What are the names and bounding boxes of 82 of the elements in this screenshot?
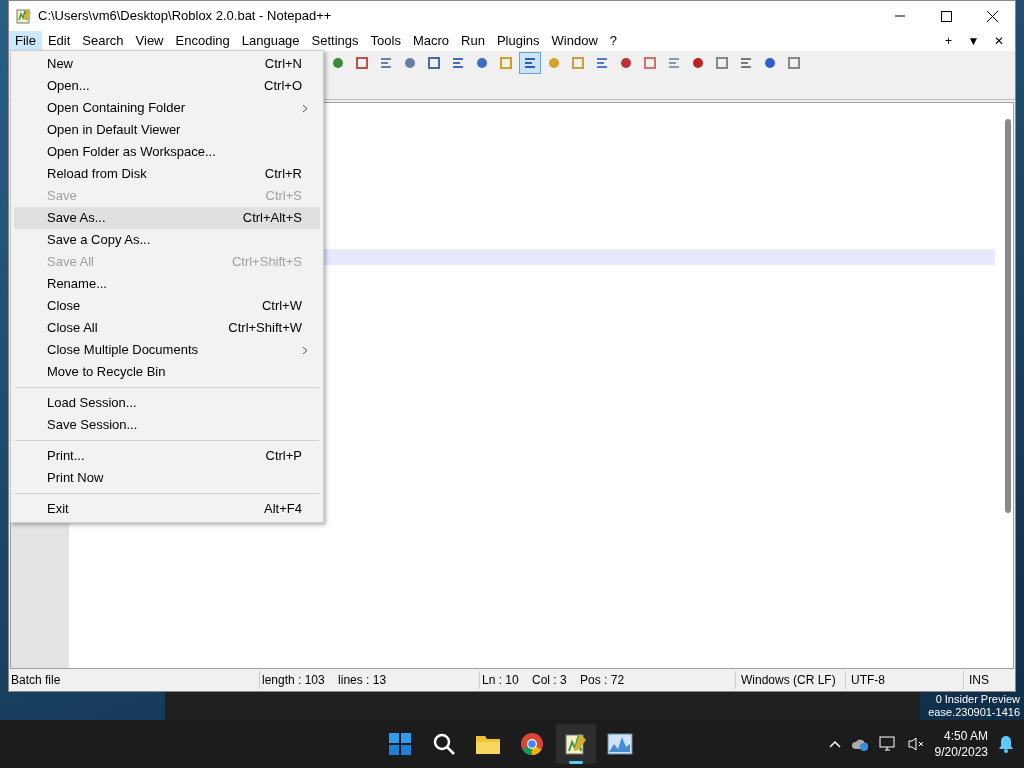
maximize-icon [940, 10, 952, 22]
notepad-icon [16, 8, 32, 24]
tool-icon [499, 56, 513, 70]
tool-icon [643, 56, 657, 70]
menu-item[interactable]: Tools [364, 31, 407, 51]
menu-entry[interactable]: New Ctrl+N [14, 53, 320, 75]
menu-entry[interactable]: Open in Default Viewer [14, 119, 320, 141]
window-title: C:\Users\vm6\Desktop\Roblox 2.0.bat - Notepad++ [38, 7, 332, 26]
menu-entry[interactable]: Rename... [14, 273, 320, 295]
search-icon [432, 732, 456, 756]
menu-entry[interactable]: Save As... Ctrl+Alt+S [14, 207, 320, 229]
menu-item[interactable]: Search [76, 31, 130, 51]
close-icon [986, 10, 998, 22]
document-control-button[interactable]: ▼ [961, 31, 986, 51]
menu-entry[interactable]: Save a Copy As... [14, 229, 320, 251]
tool-icon [595, 56, 609, 70]
menu-entry[interactable]: Save Session... [14, 414, 320, 436]
menu-item[interactable]: Encoding [169, 31, 236, 51]
menu-entry[interactable]: Close Ctrl+W [14, 295, 320, 317]
browser-icon [520, 732, 544, 756]
tool-icon [787, 56, 801, 70]
tool-icon [691, 56, 705, 70]
menu-entry[interactable]: Print Now [14, 467, 320, 489]
tool-icon [571, 56, 585, 70]
desktop-watermark-text: ease.230901-1416 [928, 706, 1020, 719]
tool-icon [763, 56, 777, 70]
menu-item[interactable]: Edit [41, 31, 77, 51]
status-text: UTF-8 [845, 671, 963, 689]
menu-item[interactable]: Settings [305, 31, 365, 51]
tool-icon [331, 56, 345, 70]
chevron-up-icon [828, 740, 841, 748]
tool-icon [403, 56, 417, 70]
menu-item[interactable]: ? [603, 31, 624, 51]
desktop-watermark-text: 0 Insider Preview [935, 693, 1020, 706]
menu-entry[interactable]: Move to Recycle Bin [14, 361, 320, 383]
menu-entry[interactable]: Close Multiple Documents [14, 339, 320, 361]
status-text: Ln : 10 Col : 3 Pos : 72 [479, 671, 735, 689]
tool-icon [547, 56, 561, 70]
menu-item[interactable]: View [129, 31, 170, 51]
menu-entry[interactable]: Reload from Disk Ctrl+R [14, 163, 320, 185]
folder-icon [475, 733, 501, 755]
performance-graph-icon [607, 733, 633, 755]
status-text: Batch file [10, 672, 62, 689]
notepad-icon [564, 732, 588, 756]
taskbar-app-button[interactable] [556, 724, 596, 764]
tool-icon [619, 56, 633, 70]
menu-item[interactable]: Plugins [490, 31, 546, 51]
menu-entry[interactable]: Open Folder as Workspace... [14, 141, 320, 163]
tool-icon [715, 56, 729, 70]
tool-icon [427, 56, 441, 70]
menu-entry[interactable]: Exit Alt+F4 [14, 498, 320, 520]
document-control-button[interactable]: + [936, 31, 961, 51]
toolbar-button[interactable] [519, 52, 541, 74]
menu-entry[interactable]: Open Containing Folder [14, 97, 320, 119]
menu-entry[interactable]: Load Session... [14, 392, 320, 414]
status-text: INS [963, 671, 1015, 689]
bell-icon [998, 735, 1014, 753]
menu-item[interactable]: Run [455, 31, 491, 51]
active-indicator [569, 761, 583, 764]
menu-item[interactable]: Macro [406, 31, 456, 51]
status-text: Windows (CR LF) [735, 671, 845, 689]
menu-item[interactable]: File [9, 31, 42, 51]
clock-time: 4:50 AM [943, 728, 988, 744]
cloud-icon [850, 737, 869, 751]
tool-icon [667, 56, 681, 70]
menu-entry[interactable]: Print... Ctrl+P [14, 445, 320, 467]
tool-icon [355, 56, 369, 70]
tool-icon [475, 56, 489, 70]
menu-item[interactable]: Language [235, 31, 306, 51]
tool-icon [379, 56, 393, 70]
status-text: length : 103 lines : 13 [259, 671, 479, 689]
clock-date: 9/20/2023 [934, 744, 988, 760]
windows-logo-icon [388, 732, 412, 756]
speaker-muted-icon [906, 736, 925, 752]
menu-entry[interactable]: Close All Ctrl+Shift+W [14, 317, 320, 339]
tool-icon [739, 56, 753, 70]
menu-item[interactable]: Window [545, 31, 604, 51]
tool-icon [523, 56, 537, 70]
document-control-button[interactable]: ✕ [986, 31, 1011, 51]
menu-entry[interactable]: Open... Ctrl+O [14, 75, 320, 97]
tool-icon [451, 56, 465, 70]
network-icon [878, 736, 897, 752]
